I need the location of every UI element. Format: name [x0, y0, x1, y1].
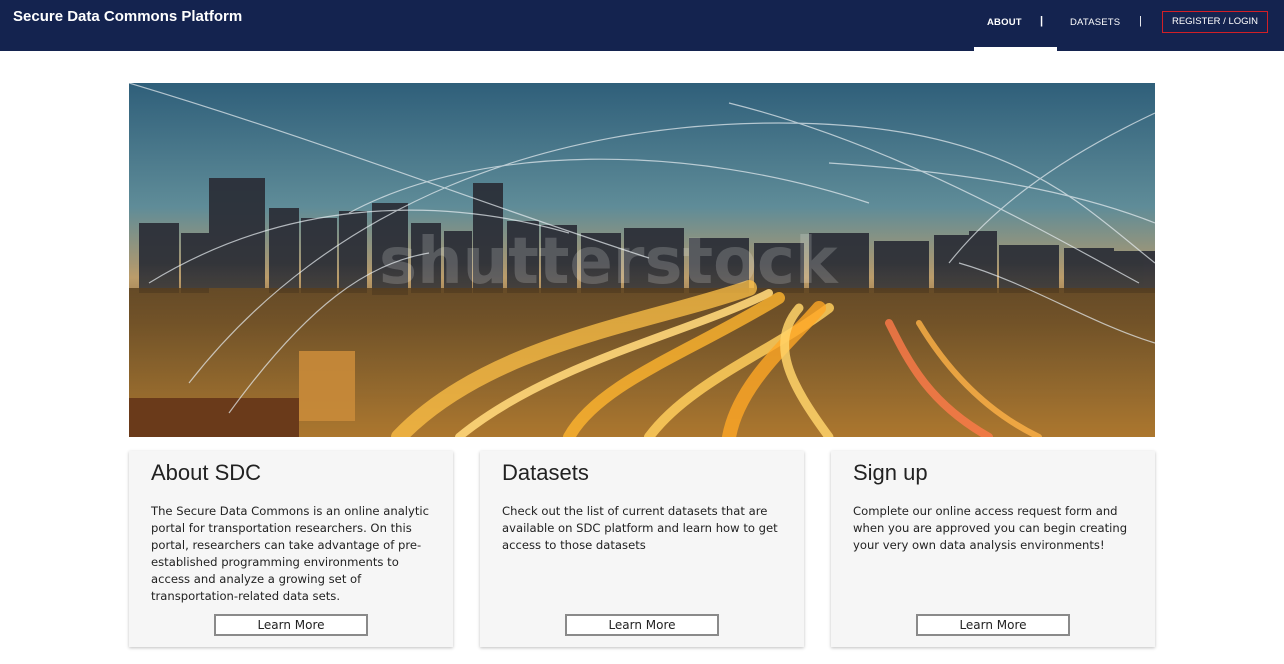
nav-register-login-link[interactable]: REGISTER / LOGIN — [1162, 11, 1268, 33]
site-brand[interactable]: Secure Data Commons Platform — [13, 8, 242, 25]
about-card-text: The Secure Data Commons is an online ana… — [151, 504, 430, 603]
signup-card-text: Complete our online access request form … — [853, 504, 1128, 552]
hero-image: shutterstock — [129, 83, 1155, 437]
active-tab-indicator — [974, 47, 1057, 51]
about-card-title: About SDC — [151, 460, 262, 485]
datasets-card-title: Datasets — [502, 460, 589, 485]
top-navbar: Secure Data Commons Platform ABOUT | DAT… — [0, 0, 1284, 51]
signup-learn-more-button[interactable]: Learn More — [916, 614, 1070, 636]
nav-separator: | — [1139, 15, 1142, 27]
watermark-text: shutterstock — [379, 225, 839, 299]
nav-separator: | — [1040, 15, 1044, 27]
signup-card-title: Sign up — [853, 460, 928, 485]
nav-about-link[interactable]: ABOUT — [987, 17, 1022, 28]
about-learn-more-button[interactable]: Learn More — [214, 614, 368, 636]
datasets-card-text: Check out the list of current datasets t… — [502, 504, 778, 552]
signup-card: Sign up Complete our online access reque… — [831, 451, 1155, 647]
datasets-card: Datasets Check out the list of current d… — [480, 451, 804, 647]
about-card: About SDC The Secure Data Commons is an … — [129, 451, 453, 647]
nav-datasets-link[interactable]: DATASETS — [1070, 17, 1120, 28]
datasets-learn-more-button[interactable]: Learn More — [565, 614, 719, 636]
